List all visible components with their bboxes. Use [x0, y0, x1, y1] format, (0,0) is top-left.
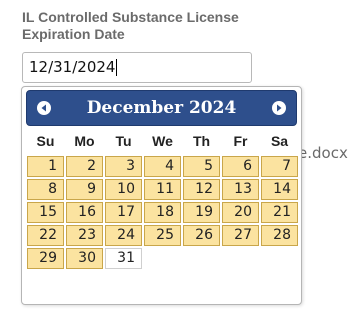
day-cell[interactable]: 24 [105, 225, 142, 246]
weekday-label: Th [192, 133, 211, 149]
day-cell[interactable]: 25 [144, 225, 181, 246]
day-cell[interactable]: 28 [261, 225, 298, 246]
field-label: IL Controlled Substance License Expirati… [22, 9, 239, 42]
weekday-header-row: Su Mo Tu We Th Fr Sa [27, 128, 298, 154]
weekday-label: Fr [233, 133, 248, 149]
weekday-label: Su [36, 133, 55, 149]
day-cell[interactable]: 27 [222, 225, 259, 246]
week-row: 8 9 10 11 12 13 14 [27, 179, 298, 200]
day-cell[interactable]: 17 [105, 202, 142, 223]
day-cell[interactable]: 23 [66, 225, 103, 246]
day-cell[interactable]: 4 [144, 156, 181, 177]
day-cell[interactable]: 9 [66, 179, 103, 200]
text-caret [116, 59, 118, 76]
datepicker-header: December 2024 [26, 90, 297, 126]
next-month-button[interactable] [272, 101, 286, 115]
day-cell[interactable]: 10 [105, 179, 142, 200]
day-cell[interactable]: 7 [261, 156, 298, 177]
day-cell[interactable]: 18 [144, 202, 181, 223]
day-cell[interactable]: 14 [261, 179, 298, 200]
day-cell[interactable]: 13 [222, 179, 259, 200]
day-cell[interactable]: 21 [261, 202, 298, 223]
calendar-grid: Su Mo Tu We Th Fr Sa 1 2 3 4 5 6 7 8 9 1… [25, 126, 300, 271]
date-input-value: 12/31/2024 [29, 58, 116, 76]
day-cell[interactable]: 1 [27, 156, 64, 177]
datepicker-popup: December 2024 Su Mo Tu We Th Fr Sa 1 2 3 [21, 86, 302, 305]
day-cell[interactable]: 15 [27, 202, 64, 223]
day-cell[interactable]: 20 [222, 202, 259, 223]
weekday-label: We [152, 133, 173, 149]
circle-triangle-right-icon [277, 104, 282, 112]
background-filename-text: e.docx [298, 144, 348, 162]
weekday-label: Tu [115, 133, 132, 149]
week-row: 15 16 17 18 19 20 21 [27, 202, 298, 223]
weekday-label: Mo [74, 133, 95, 149]
day-cell[interactable]: 8 [27, 179, 64, 200]
day-cell[interactable]: 11 [144, 179, 181, 200]
week-row: 1 2 3 4 5 6 7 [27, 156, 298, 177]
day-cell[interactable]: 12 [183, 179, 220, 200]
day-cell[interactable]: 2 [66, 156, 103, 177]
day-cell[interactable]: 26 [183, 225, 220, 246]
day-cell[interactable]: 19 [183, 202, 220, 223]
day-cell[interactable]: 3 [105, 156, 142, 177]
week-row: 22 23 24 25 26 27 28 [27, 225, 298, 246]
month-year-title: December 2024 [86, 98, 237, 118]
day-cell[interactable]: 16 [66, 202, 103, 223]
weekday-label: Sa [270, 133, 289, 149]
day-cell[interactable]: 6 [222, 156, 259, 177]
day-cell[interactable]: 29 [27, 248, 64, 269]
day-cell-selected[interactable]: 31 [105, 248, 142, 269]
day-cell[interactable]: 30 [66, 248, 103, 269]
week-row: 29 30 31 [27, 248, 298, 269]
day-cell[interactable]: 5 [183, 156, 220, 177]
expiration-date-input[interactable]: 12/31/2024 [22, 52, 252, 83]
day-cell[interactable]: 22 [27, 225, 64, 246]
